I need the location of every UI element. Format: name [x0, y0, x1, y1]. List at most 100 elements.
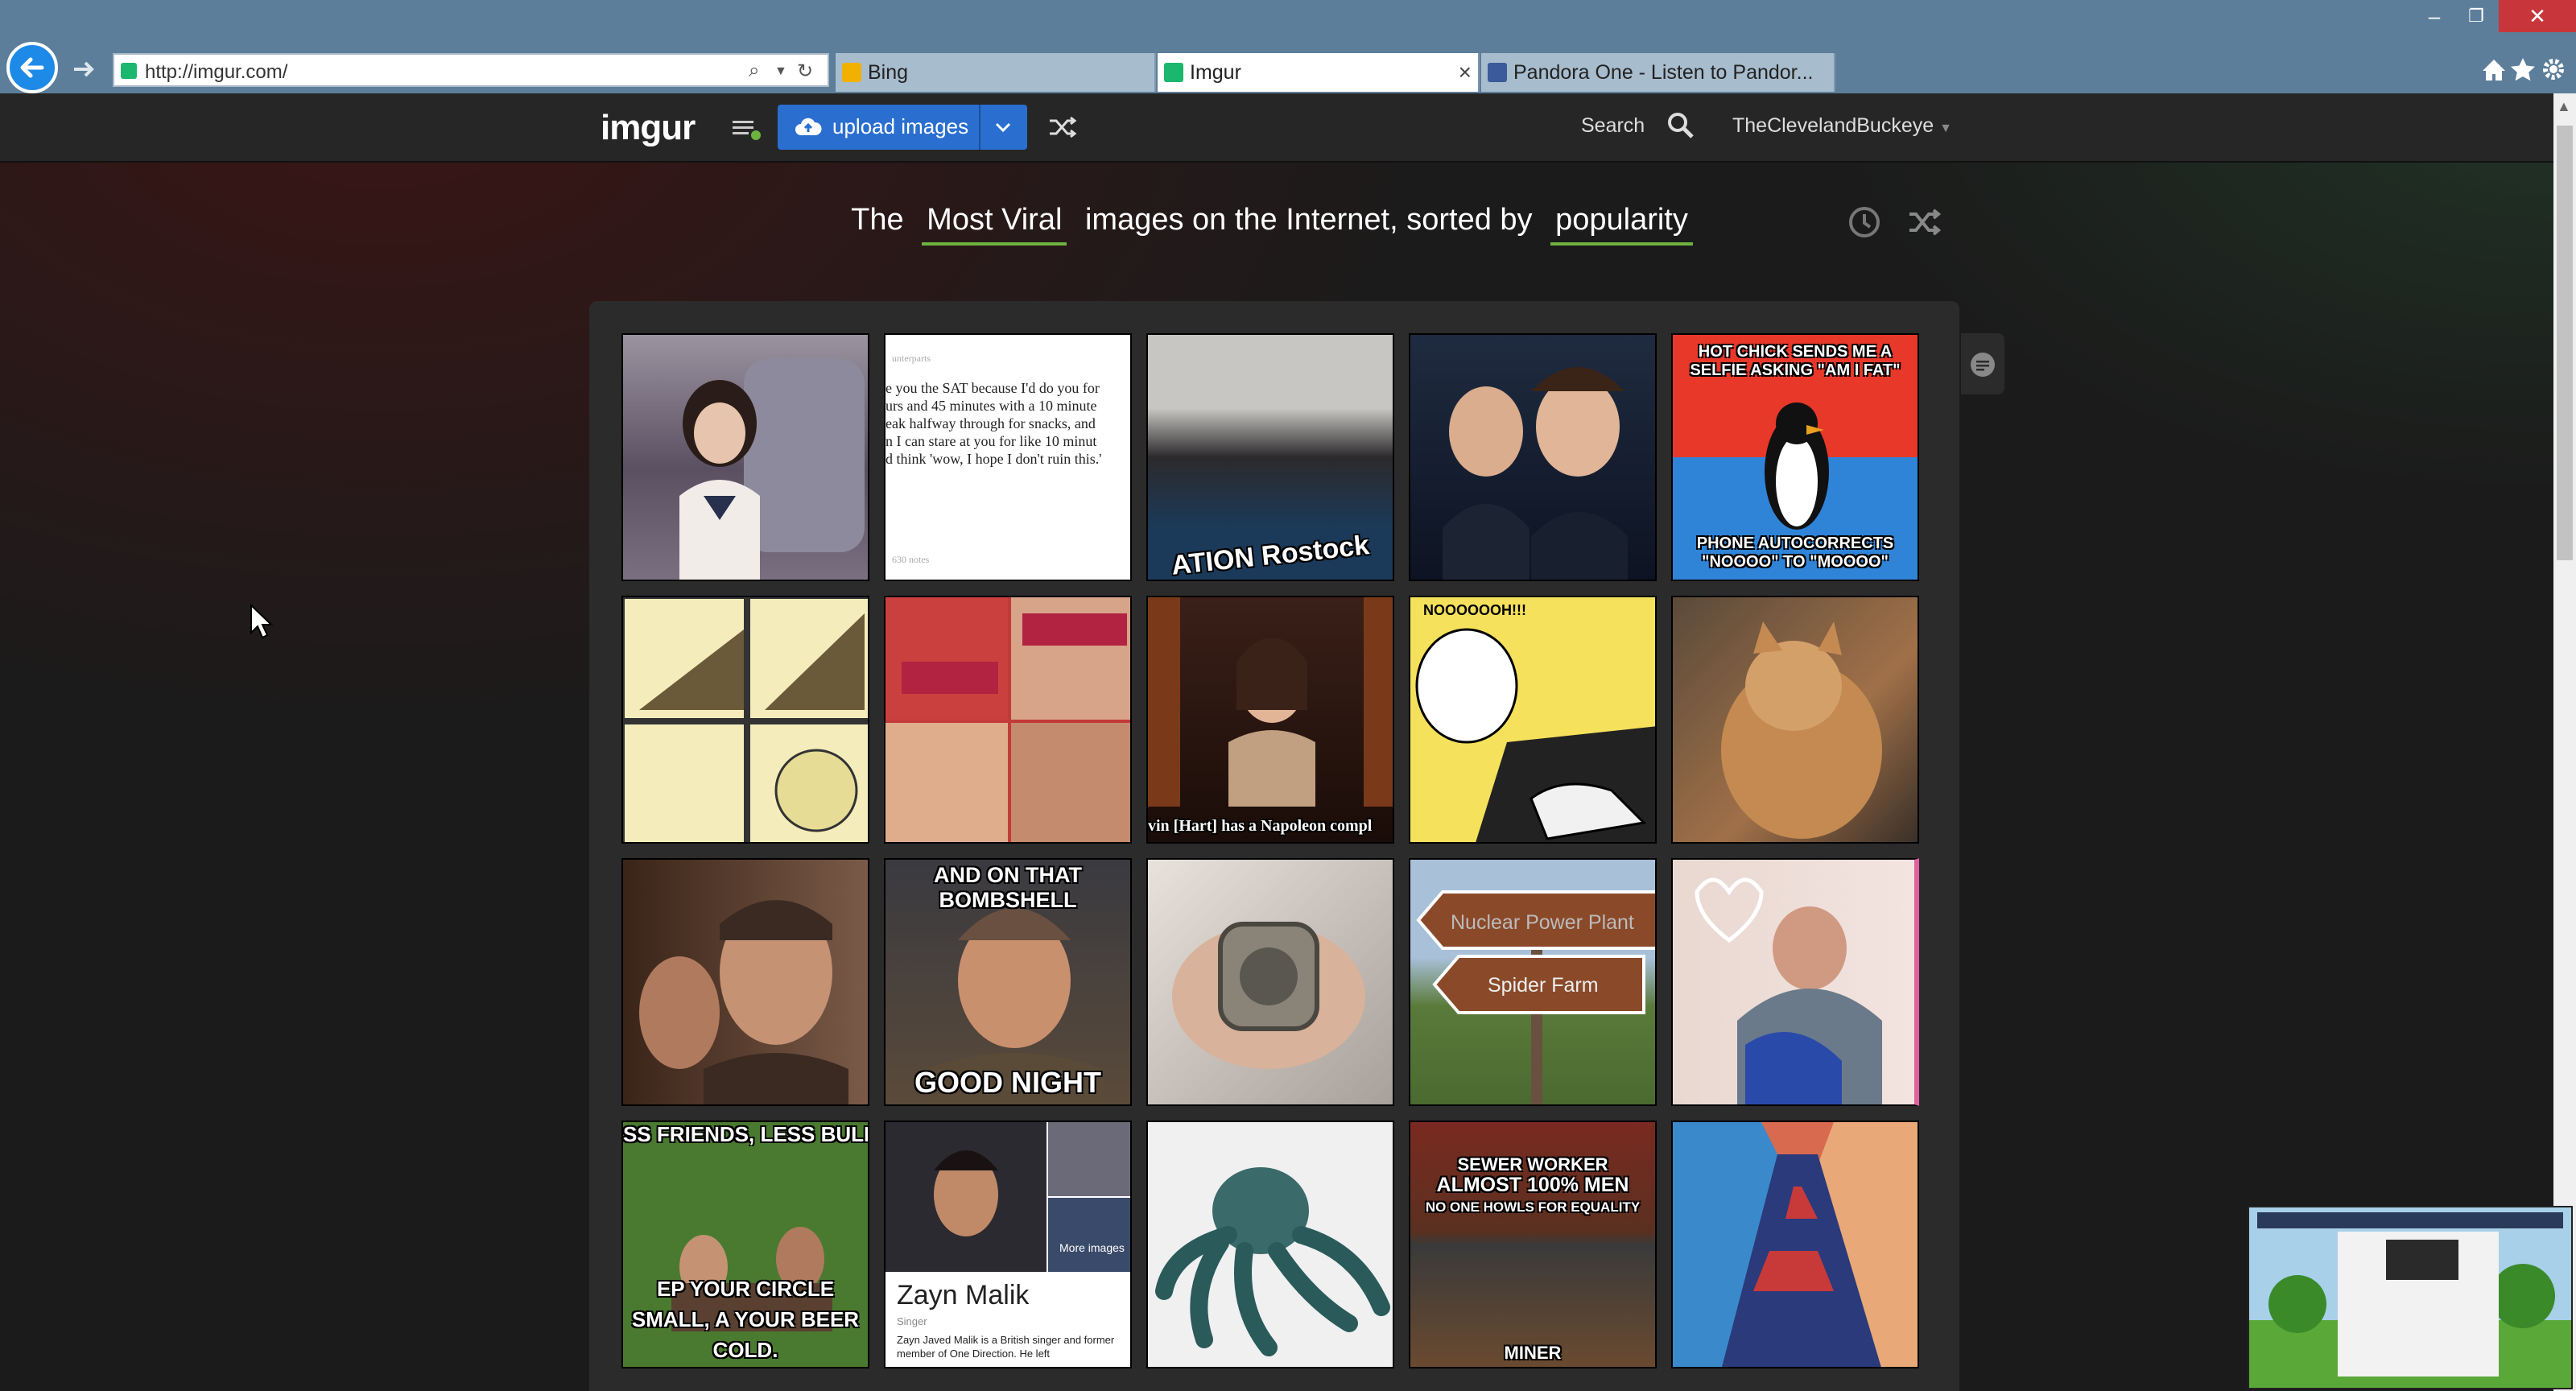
pandora-favicon-icon: [1488, 63, 1507, 82]
gallery-thumbnail[interactable]: [1671, 858, 1919, 1106]
meme-top-text: SEWER WORKER: [1457, 1154, 1608, 1174]
meme-bottom-text: MINER: [1504, 1343, 1562, 1363]
sort-selector[interactable]: popularity: [1550, 203, 1693, 246]
gallery-thumbnail[interactable]: HOT CHICK SENDS ME A SELFIE ASKING "AM I…: [1671, 333, 1919, 581]
comments-toggle[interactable]: [1961, 333, 2004, 394]
watch-icon: [1172, 922, 1365, 1069]
tv-caption-text: vin [Hart] has a Napoleon compl: [1148, 817, 1373, 835]
refresh-icon[interactable]: ↻: [797, 60, 813, 83]
photo-cat-icon: [1721, 621, 1882, 839]
close-window-button[interactable]: ✕: [2499, 0, 2576, 32]
imgur-favicon-icon: [1164, 63, 1183, 82]
settings-gear-icon[interactable]: [2543, 59, 2564, 80]
section-selector[interactable]: Most Viral: [922, 203, 1067, 246]
gallery-thumbnail[interactable]: [1409, 333, 1657, 581]
hallway-carpet-icon: [1673, 1122, 1918, 1367]
dropdown-icon[interactable]: ▼: [774, 64, 787, 79]
meme-top-text: AND ON THAT BOMBSHELL: [934, 863, 1082, 912]
gallery-thumbnail[interactable]: [621, 858, 869, 1106]
photo-hug-icon: [1695, 877, 1882, 1104]
username: TheClevelandBuckeye: [1732, 114, 1934, 137]
bing-favicon-icon: [842, 63, 861, 82]
random-shuffle-icon[interactable]: [1906, 206, 1942, 238]
tumblr-text: e you the SAT because I'd do you for: [886, 380, 1100, 396]
tab-label: Imgur: [1190, 61, 1241, 84]
search-label[interactable]: Search: [1581, 114, 1645, 138]
clock-icon[interactable]: [1847, 204, 1882, 240]
photo-police-selfie-icon: [1443, 367, 1628, 580]
meme-subtext: NO ONE HOWLS FOR EQUALITY: [1425, 1199, 1641, 1215]
imgur-page: imgur upload images Search TheClevelandB…: [0, 93, 2553, 1391]
tab-pandora[interactable]: Pandora One - Listen to Pandor...: [1481, 53, 1835, 92]
gallery-headline: The Most Viral images on the Internet, s…: [0, 203, 2553, 246]
forward-arrow-icon: [74, 61, 94, 77]
window-preview-thumbnail[interactable]: [2248, 1206, 2573, 1389]
gallery-grid: unterparts e you the SAT because I'd do …: [589, 301, 1959, 1391]
gallery-thumbnail[interactable]: ATION Rostock: [1146, 333, 1394, 581]
photo-man-icon: [639, 900, 848, 1104]
gallery-thumbnail[interactable]: SEWER WORKER ALMOST 100% MEN NO ONE HOWL…: [1409, 1121, 1657, 1368]
cloud-upload-icon: [795, 118, 822, 135]
more-images-link[interactable]: More images: [1059, 1241, 1125, 1254]
comic-panels-icon: [623, 597, 868, 842]
page-scrollbar[interactable]: ▲: [2553, 93, 2576, 1391]
photo-presenter-icon: [1148, 597, 1393, 807]
gallery-thumbnail[interactable]: NOOOOOOH!!!: [1409, 596, 1657, 844]
home-icon[interactable]: [2483, 60, 2505, 80]
caret-down-icon: ▼: [1939, 122, 1952, 135]
gallery-thumbnail[interactable]: SS FRIENDS, LESS BULLSH EP YOUR CIRCLE S…: [621, 1121, 869, 1368]
gallery-thumbnail[interactable]: [1146, 858, 1394, 1106]
search-icon[interactable]: [1665, 109, 1697, 142]
gallery-thumbnail[interactable]: [621, 596, 869, 844]
desktop-preview-icon: [2249, 1207, 2571, 1388]
tab-imgur[interactable]: Imgur ×: [1158, 53, 1480, 92]
zayn-description: Zayn Javed Malik is a British singer and…: [897, 1334, 1115, 1360]
zayn-name: Zayn Malik: [897, 1280, 1030, 1311]
tab-label: Bing: [868, 61, 909, 84]
photo-girl-in-bus-icon: [679, 359, 865, 580]
tumblr-text: eak halfway through for snacks, and: [886, 415, 1096, 431]
gallery-thumbnail[interactable]: [1671, 1121, 1919, 1368]
tab-label: Pandora One - Listen to Pandor...: [1513, 61, 1814, 84]
chevron-down-icon[interactable]: [990, 114, 1016, 140]
search-icon[interactable]: ⌕: [749, 60, 759, 82]
site-favicon: [121, 63, 137, 79]
meme-bottom-text: EP YOUR CIRCLE SMALL, A YOUR BEER COLD.: [631, 1277, 860, 1362]
user-menu[interactable]: TheClevelandBuckeye ▼: [1732, 114, 1952, 138]
gallery-thumbnail[interactable]: [884, 596, 1132, 844]
scroll-up-icon[interactable]: ▲: [2557, 98, 2571, 115]
tumblr-text: n I can stare at you for like 10 minut: [886, 433, 1097, 449]
gallery-thumbnail[interactable]: AND ON THAT BOMBSHELL GOOD NIGHT: [884, 858, 1132, 1106]
tab-bing[interactable]: Bing: [836, 53, 1156, 92]
scrollbar-thumb[interactable]: [2557, 126, 2573, 560]
headline-middle: images on the Internet, sorted by: [1084, 203, 1533, 237]
gallery-thumbnail[interactable]: [621, 333, 869, 581]
back-button[interactable]: [6, 42, 58, 93]
forward-button[interactable]: [68, 53, 100, 85]
tumblr-text: d think 'wow, I hope I don't ruin this.': [886, 451, 1102, 467]
gallery-thumbnail[interactable]: [1146, 1121, 1394, 1368]
favorites-star-icon[interactable]: [2511, 58, 2535, 81]
top-navigation: imgur upload images Search TheClevelandB…: [0, 93, 2553, 163]
upload-label: upload images: [832, 114, 969, 138]
octopus-sculpture-icon: [1155, 1167, 1390, 1356]
comic-shout-text: NOOOOOOH!!!: [1423, 602, 1526, 618]
gallery-thumbnail[interactable]: unterparts e you the SAT because I'd do …: [884, 333, 1132, 581]
gallery-thumbnail[interactable]: Nuclear Power Plant Spider Farm: [1409, 858, 1657, 1106]
address-bar[interactable]: http://imgur.com/ ⌕ ▼ ↻: [113, 53, 829, 87]
browser-toolbar-icons: [2478, 53, 2566, 89]
gallery-thumbnail[interactable]: vin [Hart] has a Napoleon compl: [1146, 596, 1394, 844]
sign-top-text: Nuclear Power Plant: [1451, 911, 1634, 934]
menu-icon[interactable]: [731, 114, 763, 143]
imgur-logo[interactable]: imgur: [601, 108, 696, 148]
address-text[interactable]: http://imgur.com/: [145, 61, 287, 84]
photo-collage-icon: [886, 597, 1130, 842]
gallery-thumbnail[interactable]: [1671, 596, 1919, 844]
zayn-role: Singer: [897, 1315, 927, 1327]
random-shuffle-icon[interactable]: [1046, 113, 1079, 142]
gallery-thumbnail[interactable]: More images Zayn Malik Singer Zayn Javed…: [884, 1121, 1132, 1368]
upload-images-button[interactable]: upload images: [778, 105, 1027, 150]
browser-titlebar: http://imgur.com/ ⌕ ▼ ↻ Bing Imgur × Pan…: [0, 0, 2576, 93]
divider: [979, 105, 980, 150]
close-tab-icon[interactable]: ×: [1459, 60, 1472, 85]
